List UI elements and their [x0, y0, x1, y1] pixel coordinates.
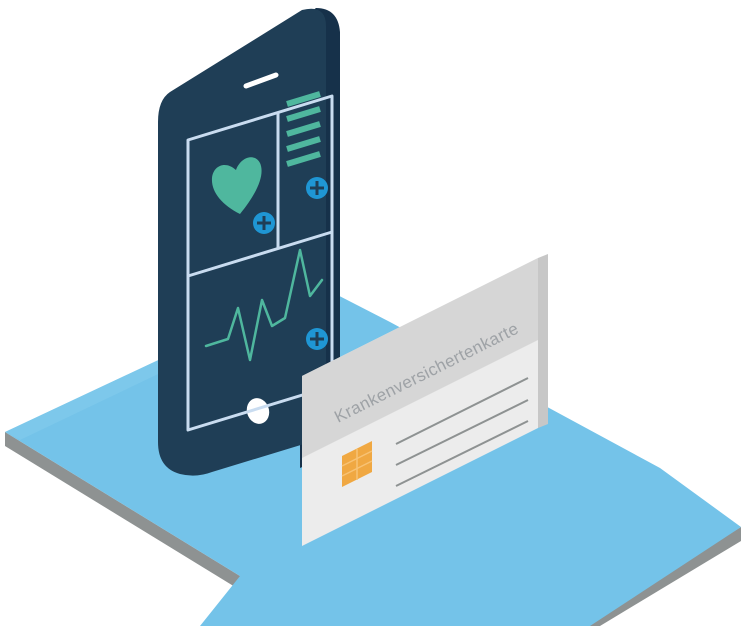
health-app-illustration: Krankenversichertenkarte [5, 8, 741, 626]
card-edge [538, 254, 548, 428]
add-document-button[interactable] [306, 177, 328, 199]
add-heart-button[interactable] [253, 212, 275, 234]
add-pulse-button[interactable] [306, 328, 328, 350]
